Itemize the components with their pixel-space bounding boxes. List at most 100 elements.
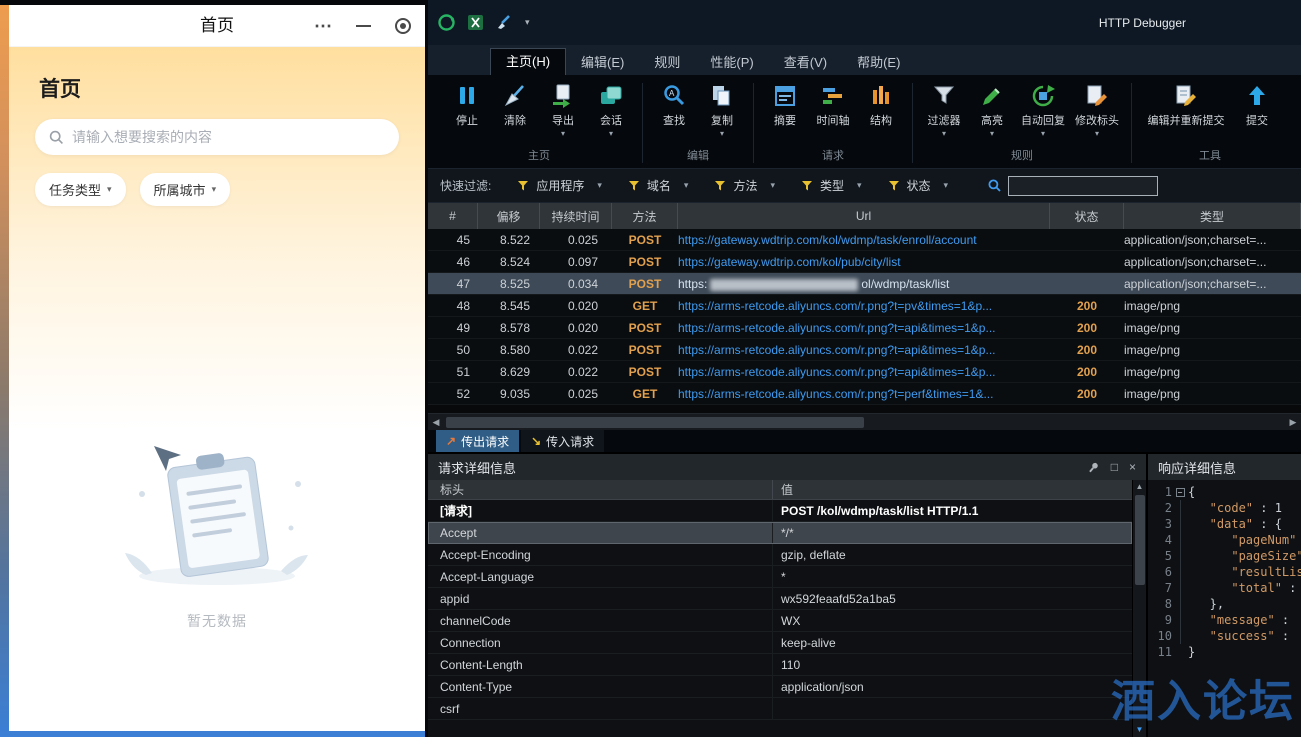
funnel-icon: [888, 180, 900, 192]
request-row[interactable]: 529.0350.025GEThttps://arms-retcode.aliy…: [428, 383, 1301, 405]
filter-type[interactable]: 类型 ▾: [801, 177, 862, 194]
menu-tab-view[interactable]: 查看(V): [769, 51, 842, 75]
header-row[interactable]: Content-Length110: [428, 654, 1132, 676]
quick-filter-bar: 快速过滤: 应用程序 ▾ 域名 ▾ 方法 ▾ 类型 ▾: [428, 168, 1301, 203]
header-row[interactable]: channelCodeWX: [428, 610, 1132, 632]
tab-incoming-requests[interactable]: ↘ 传入请求: [521, 430, 604, 452]
col-value[interactable]: 值: [773, 480, 1132, 499]
maximize-icon[interactable]: □: [1111, 460, 1118, 474]
header-row[interactable]: Accept-Language*: [428, 566, 1132, 588]
chip-city[interactable]: 所属城市 ▾: [140, 173, 231, 206]
col-offset[interactable]: 偏移: [478, 203, 540, 229]
search-box[interactable]: [35, 119, 399, 155]
minimize-icon[interactable]: [356, 25, 371, 27]
menu-tab-performance[interactable]: 性能(P): [695, 51, 768, 75]
edit-resubmit-button[interactable]: 编辑并重新提交: [1140, 81, 1232, 130]
request-row[interactable]: 468.5240.097POSThttps://gateway.wdtrip.c…: [428, 251, 1301, 273]
auto-responder-icon: [1030, 83, 1056, 109]
filter-application[interactable]: 应用程序 ▾: [517, 177, 602, 194]
menu-tab-home[interactable]: 主页(H): [490, 48, 566, 75]
col-header[interactable]: 标头: [428, 480, 773, 499]
scroll-right-icon[interactable]: ▶: [1285, 417, 1301, 428]
ribbon-group-label: 工具: [1134, 144, 1286, 168]
highlight-button[interactable]: 高亮 ▾: [969, 81, 1015, 139]
redacted-blur: [710, 279, 858, 291]
response-detail-titlebar: 响应详细信息: [1148, 454, 1301, 480]
window-title: HTTP Debugger: [1099, 16, 1186, 30]
chevron-down-icon: ▾: [944, 180, 949, 191]
scrollbar-thumb[interactable]: [446, 417, 864, 428]
excel-icon[interactable]: [467, 14, 484, 31]
auto-responder-button[interactable]: 自动回复 ▾: [1017, 81, 1069, 139]
broom-icon: [502, 83, 528, 109]
ribbon: 停止 清除 导出 ▾ 会话 ▾: [428, 75, 1301, 168]
chip-task-type[interactable]: 任务类型 ▾: [35, 173, 126, 206]
find-button[interactable]: A 查找: [651, 81, 697, 130]
pin-icon[interactable]: [1087, 461, 1100, 474]
scroll-up-icon[interactable]: ▲: [1136, 482, 1144, 492]
filter-status[interactable]: 状态 ▾: [888, 177, 949, 194]
close-icon[interactable]: ×: [1129, 460, 1136, 474]
header-row[interactable]: Connectionkeep-alive: [428, 632, 1132, 654]
menu-tab-rules[interactable]: 规则: [639, 51, 695, 75]
col-duration[interactable]: 持续时间: [540, 203, 612, 229]
request-detail-panel: 请求详细信息 □ × 标头 值 [请求]POST /kol/wdmp/task/…: [428, 454, 1146, 737]
search-input[interactable]: [72, 129, 385, 145]
col-status[interactable]: 状态: [1050, 203, 1124, 229]
scroll-left-icon[interactable]: ◀: [428, 417, 444, 428]
request-row[interactable]: 508.5800.022POSThttps://arms-retcode.ali…: [428, 339, 1301, 361]
request-grid: 458.5220.025POSThttps://gateway.wdtrip.c…: [428, 229, 1301, 413]
modify-headers-button[interactable]: 修改标头 ▾: [1071, 81, 1123, 139]
col-num[interactable]: #: [428, 203, 478, 229]
sessions-button[interactable]: 会话 ▾: [588, 81, 634, 139]
header-row[interactable]: appidwx592feaafd52a1ba5: [428, 588, 1132, 610]
col-type[interactable]: 类型: [1124, 203, 1301, 229]
export-button[interactable]: 导出 ▾: [540, 81, 586, 139]
request-row[interactable]: 498.5780.020POSThttps://arms-retcode.ali…: [428, 317, 1301, 339]
header-row[interactable]: Accept-Encodinggzip, deflate: [428, 544, 1132, 566]
quick-search-input[interactable]: [1008, 176, 1158, 196]
filter-method[interactable]: 方法 ▾: [714, 177, 775, 194]
chevron-down-icon: ▾: [107, 184, 112, 195]
clear-button[interactable]: 清除: [492, 81, 538, 130]
capsule-target-icon[interactable]: [395, 18, 411, 34]
scrollbar-thumb[interactable]: [1135, 495, 1145, 585]
summary-button[interactable]: 摘要: [762, 81, 808, 130]
request-row[interactable]: 518.6290.022POSThttps://arms-retcode.ali…: [428, 361, 1301, 383]
header-row[interactable]: Content-Typeapplication/json: [428, 676, 1132, 698]
ribbon-group-tools: 编辑并重新提交 提交 工具: [1134, 78, 1286, 168]
submit-button[interactable]: 提交: [1234, 81, 1280, 130]
response-detail-title: 响应详细信息: [1158, 458, 1236, 477]
chevron-down-icon: ▾: [684, 180, 689, 191]
col-url[interactable]: Url: [678, 203, 1050, 229]
more-icon[interactable]: ⋯: [314, 21, 332, 31]
app-logo-icon[interactable]: [438, 14, 455, 31]
menu-tab-help[interactable]: 帮助(E): [842, 51, 915, 75]
timeline-button[interactable]: 时间轴: [810, 81, 856, 130]
response-json-viewer[interactable]: 1−{ 2 "code" : 1 3 "data" : { 4 "pageNum…: [1148, 480, 1301, 737]
request-row-selected[interactable]: 478.5250.034POSThttps:ol/wdmp/task/lista…: [428, 273, 1301, 295]
search-icon: [49, 130, 64, 145]
ribbon-separator: [642, 83, 643, 163]
fold-icon[interactable]: −: [1176, 488, 1185, 497]
scroll-down-icon[interactable]: ▼: [1136, 725, 1144, 735]
header-row-selected[interactable]: Accept*/*: [428, 522, 1132, 544]
col-method[interactable]: 方法: [612, 203, 678, 229]
header-row[interactable]: [请求]POST /kol/wdmp/task/list HTTP/1.1: [428, 500, 1132, 522]
copy-button[interactable]: 复制 ▾: [699, 81, 745, 139]
desktop-wallpaper: 首页 ⋯ 首页 任务类型: [0, 0, 428, 737]
menu-tab-edit[interactable]: 编辑(E): [566, 51, 639, 75]
filter-domain[interactable]: 域名 ▾: [628, 177, 689, 194]
tab-outgoing-requests[interactable]: ↗ 传出请求: [436, 430, 519, 452]
structure-button[interactable]: 结构: [858, 81, 904, 130]
filter-button[interactable]: 过滤器 ▾: [921, 81, 967, 139]
request-row[interactable]: 458.5220.025POSThttps://gateway.wdtrip.c…: [428, 229, 1301, 251]
quick-search: [988, 176, 1158, 196]
funnel-icon: [714, 180, 726, 192]
pencil-icon: [979, 83, 1005, 109]
brush-icon[interactable]: [496, 14, 513, 31]
request-row[interactable]: 488.5450.020GEThttps://arms-retcode.aliy…: [428, 295, 1301, 317]
stop-button[interactable]: 停止: [444, 81, 490, 130]
quick-access-caret-icon[interactable]: ▾: [525, 17, 530, 28]
header-row[interactable]: csrf: [428, 698, 1132, 720]
